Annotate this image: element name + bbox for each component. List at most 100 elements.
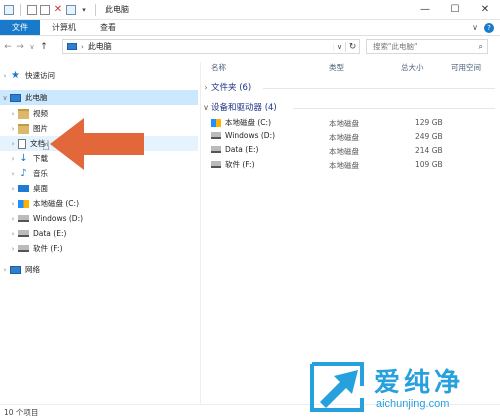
drive-total-size: 214 GB bbox=[415, 146, 443, 155]
breadcrumb[interactable]: 此电脑 bbox=[88, 41, 112, 52]
computer-icon bbox=[10, 93, 21, 102]
expand-icon[interactable]: › bbox=[8, 155, 18, 163]
sidebar-item-this-pc[interactable]: ∨ 此电脑 bbox=[0, 90, 198, 105]
drive-row-e[interactable]: Data (E:) 本地磁盘 214 GB bbox=[201, 144, 500, 157]
drive-icon bbox=[18, 199, 29, 208]
expand-icon[interactable]: › bbox=[8, 170, 18, 178]
expand-icon[interactable]: › bbox=[8, 110, 18, 118]
watermark-logo bbox=[310, 362, 364, 412]
collapse-icon[interactable]: ∨ bbox=[0, 94, 10, 102]
back-button[interactable]: ← bbox=[2, 42, 14, 52]
sidebar-item-label: 网络 bbox=[25, 265, 40, 274]
address-dropdown-icon[interactable]: ∨ bbox=[333, 42, 345, 51]
column-total-size[interactable]: 总大小 bbox=[401, 62, 424, 73]
new-folder-icon[interactable] bbox=[40, 4, 50, 15]
navigation-pane: › ★ 快速访问 ∨ 此电脑 › 视频 › 图片 › 文档 › ↓ 下载 › ♪… bbox=[0, 62, 200, 404]
title-bar: ✕ ▾ 此电脑 — ☐ ✕ bbox=[0, 0, 500, 20]
sidebar-item-label: 视频 bbox=[33, 109, 48, 118]
ribbon-right: ∨ ? bbox=[472, 20, 500, 35]
sidebar-item-drive-d[interactable]: › Windows (D:) bbox=[8, 211, 83, 226]
expand-icon[interactable]: › bbox=[8, 185, 18, 193]
sidebar-item-drive-f[interactable]: › 软件 (F:) bbox=[8, 241, 63, 256]
drive-type: 本地磁盘 bbox=[329, 147, 359, 156]
expand-icon[interactable]: › bbox=[8, 125, 18, 133]
column-free-space[interactable]: 可用空间 bbox=[451, 62, 481, 73]
quick-access-toolbar: ✕ ▾ bbox=[0, 3, 99, 16]
group-folders[interactable]: › 文件夹 (6) bbox=[201, 80, 251, 94]
expand-icon[interactable]: › bbox=[0, 266, 10, 274]
tab-view[interactable]: 查看 bbox=[88, 20, 128, 35]
sidebar-item-label: 下载 bbox=[33, 154, 48, 163]
forward-button[interactable]: → bbox=[14, 42, 26, 52]
refresh-button[interactable]: ↻ bbox=[345, 41, 359, 52]
drive-icon bbox=[211, 146, 221, 153]
drive-icon bbox=[18, 215, 29, 222]
search-input[interactable]: 搜索"此电脑" ⌕ bbox=[366, 39, 488, 54]
close-button[interactable]: ✕ bbox=[470, 0, 500, 20]
sidebar-item-pictures[interactable]: › 图片 bbox=[8, 121, 48, 136]
search-icon[interactable]: ⌕ bbox=[479, 42, 483, 52]
window-controls: — ☐ ✕ bbox=[410, 0, 500, 20]
drive-type: 本地磁盘 bbox=[329, 161, 359, 170]
window-title: 此电脑 bbox=[105, 5, 129, 14]
drive-name: Data (E:) bbox=[211, 145, 258, 154]
properties-icon[interactable] bbox=[27, 4, 37, 15]
expand-icon[interactable]: › bbox=[201, 83, 211, 92]
sidebar-item-drive-c[interactable]: › 本地磁盘 (C:) bbox=[8, 196, 79, 211]
collapse-icon[interactable]: ∨ bbox=[201, 103, 211, 112]
drive-total-size: 129 GB bbox=[415, 118, 443, 127]
pictures-folder-icon bbox=[18, 123, 29, 134]
sidebar-item-desktop[interactable]: › 桌面 bbox=[8, 181, 48, 196]
recent-locations-button[interactable]: ∨ bbox=[26, 43, 38, 51]
column-type[interactable]: 类型 bbox=[329, 62, 344, 73]
drive-row-f[interactable]: 软件 (F:) 本地磁盘 109 GB bbox=[201, 158, 500, 171]
drive-icon bbox=[18, 230, 29, 237]
search-placeholder: 搜索"此电脑" bbox=[373, 42, 418, 51]
maximize-button[interactable]: ☐ bbox=[440, 0, 470, 20]
sidebar-item-label: 此电脑 bbox=[25, 93, 48, 102]
toolbar-divider bbox=[95, 3, 96, 16]
drive-label: 软件 (F:) bbox=[225, 160, 255, 169]
sidebar-item-music[interactable]: › ♪ 音乐 bbox=[8, 166, 48, 181]
sidebar-item-label: 桌面 bbox=[33, 184, 48, 193]
expand-icon[interactable]: › bbox=[8, 215, 18, 223]
help-icon[interactable]: ? bbox=[484, 22, 494, 33]
sidebar-item-label: 图片 bbox=[33, 124, 48, 133]
address-bar[interactable]: › 此电脑 ∨ ↻ bbox=[62, 39, 360, 54]
sidebar-item-network[interactable]: › 网络 bbox=[0, 262, 40, 277]
desktop-icon bbox=[18, 185, 29, 192]
chevron-down-icon[interactable]: ∨ bbox=[472, 23, 478, 32]
group-divider bbox=[293, 108, 495, 109]
drive-name: Windows (D:) bbox=[211, 131, 275, 140]
breadcrumb-separator-icon[interactable]: › bbox=[81, 43, 84, 51]
group-devices-drives[interactable]: ∨ 设备和驱动器 (4) bbox=[201, 100, 277, 114]
window-icon[interactable] bbox=[4, 4, 14, 15]
group-divider bbox=[263, 88, 495, 89]
drive-name: 软件 (F:) bbox=[211, 159, 255, 170]
tab-computer[interactable]: 计算机 bbox=[40, 20, 88, 35]
delete-icon[interactable]: ✕ bbox=[53, 4, 63, 15]
item-count: 10 个项目 bbox=[4, 408, 39, 417]
expand-icon[interactable]: › bbox=[8, 245, 18, 253]
tab-file[interactable]: 文件 bbox=[0, 20, 40, 35]
music-icon: ♪ bbox=[20, 167, 27, 179]
up-button[interactable]: ↑ bbox=[38, 42, 50, 52]
star-icon: ★ bbox=[11, 69, 20, 81]
expand-icon[interactable]: › bbox=[8, 200, 18, 208]
expand-icon[interactable]: › bbox=[8, 230, 18, 238]
expand-icon[interactable]: › bbox=[8, 140, 18, 148]
minimize-button[interactable]: — bbox=[410, 0, 440, 20]
drive-row-d[interactable]: Windows (D:) 本地磁盘 249 GB bbox=[201, 130, 500, 143]
drive-name: 本地磁盘 (C:) bbox=[211, 117, 271, 128]
rename-icon[interactable] bbox=[66, 4, 76, 15]
column-name[interactable]: 名称 bbox=[211, 62, 226, 73]
drive-icon bbox=[211, 118, 221, 127]
customize-chevron-icon[interactable]: ▾ bbox=[79, 5, 89, 15]
sidebar-item-drive-e[interactable]: › Data (E:) bbox=[8, 226, 67, 241]
sidebar-item-quick-access[interactable]: › ★ 快速访问 bbox=[0, 68, 55, 83]
sidebar-item-label: 本地磁盘 (C:) bbox=[33, 199, 79, 208]
sidebar-item-videos[interactable]: › 视频 bbox=[8, 106, 48, 121]
expand-icon[interactable]: › bbox=[0, 72, 10, 80]
drive-total-size: 249 GB bbox=[415, 132, 443, 141]
drive-row-c[interactable]: 本地磁盘 (C:) 本地磁盘 129 GB bbox=[201, 116, 500, 129]
